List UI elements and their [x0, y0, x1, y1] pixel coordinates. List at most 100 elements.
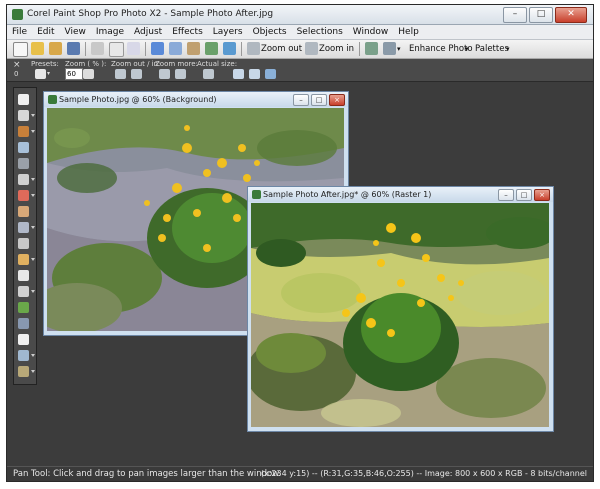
fit-image-icon[interactable] [249, 69, 260, 79]
status-hint: Pan Tool: Click and drag to pan images l… [13, 469, 282, 479]
fit-window-icon[interactable] [233, 69, 244, 79]
pen-tool-icon[interactable] [18, 366, 29, 377]
zoom-in-button[interactable]: Zoom in [319, 44, 354, 54]
crop-tool-icon[interactable] [18, 158, 29, 169]
chevron-down-icon[interactable] [31, 258, 35, 261]
flood-fill-icon[interactable] [18, 302, 29, 313]
close-button[interactable]: × [329, 94, 345, 106]
print-icon[interactable] [91, 42, 104, 55]
scripts-icon[interactable] [383, 42, 396, 55]
text-tool-icon[interactable] [18, 334, 29, 345]
actual-size-icon[interactable] [203, 69, 214, 79]
cut-icon[interactable] [109, 42, 124, 57]
straighten-tool-icon[interactable] [18, 174, 29, 185]
preset-shape-icon[interactable] [18, 350, 29, 361]
chevron-down-icon[interactable] [31, 114, 35, 117]
chevron-down-icon[interactable] [31, 194, 35, 197]
red-eye-tool-icon[interactable] [18, 190, 29, 201]
zoom-in-icon[interactable] [305, 42, 318, 55]
copy-icon[interactable] [127, 42, 140, 55]
clone-brush-icon[interactable] [18, 222, 29, 233]
eraser-tool-icon[interactable] [18, 286, 29, 297]
zoom-percent-input[interactable]: 60 [65, 68, 83, 80]
zoom-in-icon[interactable] [131, 69, 142, 79]
menu-adjust[interactable]: Adjust [129, 25, 167, 39]
chevron-down-icon[interactable]: ▾ [47, 70, 50, 77]
zoom-out-icon[interactable] [115, 69, 126, 79]
overview-icon[interactable] [265, 69, 276, 79]
image-window-after[interactable]: Sample Photo After.jpg* @ 60% (Raster 1)… [247, 186, 554, 432]
menu-image[interactable]: Image [91, 25, 129, 39]
pan-hand-icon[interactable] [35, 69, 46, 79]
image-window-title-bar[interactable]: Sample Photo After.jpg* @ 60% (Raster 1)… [248, 187, 553, 202]
menu-edit[interactable]: Edit [32, 25, 59, 39]
image-doc-icon [48, 95, 57, 104]
redo-icon[interactable] [169, 42, 182, 55]
dropper-tool-icon[interactable] [18, 142, 29, 153]
chevron-down-icon[interactable] [31, 226, 35, 229]
status-bar: Pan Tool: Click and drag to pan images l… [7, 466, 593, 481]
menu-help[interactable]: Help [393, 25, 424, 39]
window-controls: – □ ✕ [503, 7, 587, 23]
makeover-tool-icon[interactable] [18, 206, 29, 217]
image-canvas[interactable] [251, 203, 549, 427]
menu-objects[interactable]: Objects [248, 25, 292, 39]
zoom-out-icon[interactable] [247, 42, 260, 55]
history-icon[interactable] [187, 42, 200, 55]
close-icon[interactable]: × [13, 60, 21, 70]
zoom-out-button[interactable]: Zoom out [261, 44, 302, 54]
open-folder-icon[interactable] [31, 42, 44, 55]
menu-selections[interactable]: Selections [292, 25, 348, 39]
menu-effects[interactable]: Effects [167, 25, 208, 39]
image-doc-icon [252, 190, 261, 199]
new-file-icon[interactable] [13, 42, 28, 57]
image-window-title: Sample Photo.jpg @ 60% (Background) [59, 95, 217, 104]
chevron-down-icon[interactable] [31, 354, 35, 357]
minimize-button[interactable]: – [503, 7, 527, 23]
pick-tool-icon[interactable] [18, 110, 29, 121]
materials-icon[interactable] [223, 42, 236, 55]
zoom-more-label: Zoom more: [155, 60, 198, 68]
image-window-controls: – □ × [293, 94, 345, 106]
toolbar-separator [85, 42, 86, 56]
chevron-down-icon[interactable] [31, 178, 35, 181]
chevron-down-icon[interactable] [31, 130, 35, 133]
zoom-spinner-icon[interactable] [83, 69, 94, 79]
paint-brush-icon[interactable] [18, 254, 29, 265]
toolbar-separator [359, 42, 360, 56]
selection-tool-icon[interactable] [18, 126, 29, 137]
chevron-down-icon[interactable] [31, 290, 35, 293]
chevron-down-icon[interactable]: ▾ [465, 45, 469, 53]
menu-window[interactable]: Window [348, 25, 394, 39]
menu-layers[interactable]: Layers [208, 25, 248, 39]
maximize-button[interactable]: □ [311, 94, 327, 106]
lighten-darken-icon[interactable] [18, 270, 29, 281]
layer-icon[interactable] [205, 42, 218, 55]
close-button[interactable]: ✕ [555, 7, 587, 23]
zoom-more-in-icon[interactable] [175, 69, 186, 79]
screen-capture-icon[interactable] [365, 42, 378, 55]
chevron-down-icon[interactable]: ▾ [397, 45, 401, 53]
window-title: Corel Paint Shop Pro Photo X2 - Sample P… [27, 9, 274, 19]
enhance-photo-menu[interactable]: Enhance Photo [409, 44, 473, 54]
browse-icon[interactable] [49, 42, 62, 55]
save-icon[interactable] [67, 42, 80, 55]
scratch-remover-icon[interactable] [18, 238, 29, 249]
title-bar: Corel Paint Shop Pro Photo X2 - Sample P… [7, 5, 593, 25]
picture-tube-icon[interactable] [18, 318, 29, 329]
zoom-more-out-icon[interactable] [159, 69, 170, 79]
chevron-down-icon[interactable]: ▾ [506, 45, 510, 53]
undo-icon[interactable] [151, 42, 164, 55]
maximize-button[interactable]: □ [529, 7, 553, 23]
menu-file[interactable]: File [7, 25, 32, 39]
app-logo-icon [12, 9, 23, 20]
minimize-button[interactable]: – [293, 94, 309, 106]
maximize-button[interactable]: □ [516, 189, 532, 201]
chevron-down-icon[interactable] [31, 370, 35, 373]
minimize-button[interactable]: – [498, 189, 514, 201]
palettes-menu[interactable]: Palettes [475, 44, 509, 54]
close-button[interactable]: × [534, 189, 550, 201]
image-window-title-bar[interactable]: Sample Photo.jpg @ 60% (Background) – □ … [44, 92, 348, 107]
menu-view[interactable]: View [60, 25, 91, 39]
pan-tool-icon[interactable] [18, 94, 29, 105]
